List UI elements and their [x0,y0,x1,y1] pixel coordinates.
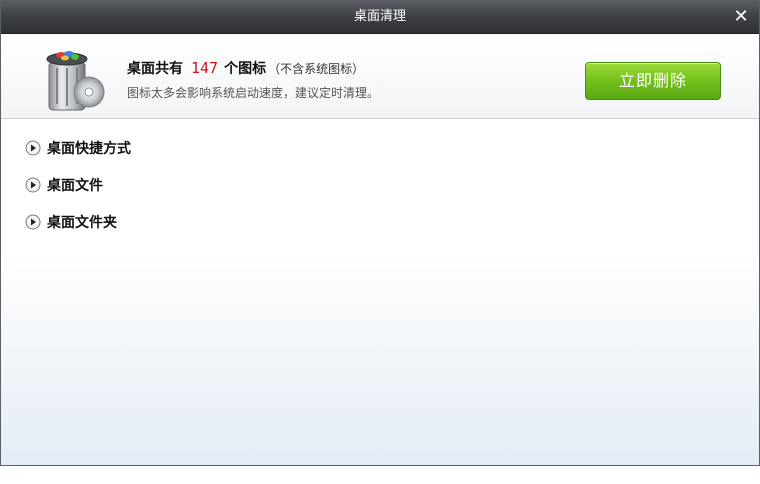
expand-arrow-icon [25,177,41,192]
count-note: （不含系统图标） [268,62,365,76]
category-label: 桌面快捷方式 [47,140,131,157]
cleanup-tip: 图标太多会影响系统启动速度，建议定时清理。 [127,86,380,100]
count-prefix: 桌面共有 [127,61,183,77]
category-item-shortcuts[interactable]: 桌面快捷方式 [25,129,131,166]
count-suffix: 个图标 [224,61,267,77]
desktop-cleanup-window: 桌面清理 ✕ 桌面共有 147 个图标 （不含系统图标） 图标太多会影响系统启动… [0,0,760,466]
summary-header: 桌面共有 147 个图标 （不含系统图标） 图标太多会影响系统启动速度，建议定时清理。… [1,34,759,119]
close-button[interactable]: ✕ [731,7,751,27]
category-item-files[interactable]: 桌面文件 [25,166,131,203]
category-label: 桌面文件夹 [47,214,117,231]
expand-arrow-icon [25,140,41,155]
expand-arrow-icon [25,214,41,229]
title-bar[interactable]: 桌面清理 ✕ [1,1,759,34]
trash-bin-icon [46,51,105,111]
close-icon: ✕ [733,6,749,27]
delete-now-button[interactable]: 立即删除 [585,62,721,100]
window-title: 桌面清理 [353,9,406,24]
category-item-folders[interactable]: 桌面文件夹 [25,203,131,240]
icon-count: 147 [191,59,219,77]
icon-count-line: 桌面共有 147 个图标 （不含系统图标） [127,58,364,78]
category-list: 桌面快捷方式 桌面文件 桌面文件夹 [25,129,131,240]
category-label: 桌面文件 [47,177,103,194]
